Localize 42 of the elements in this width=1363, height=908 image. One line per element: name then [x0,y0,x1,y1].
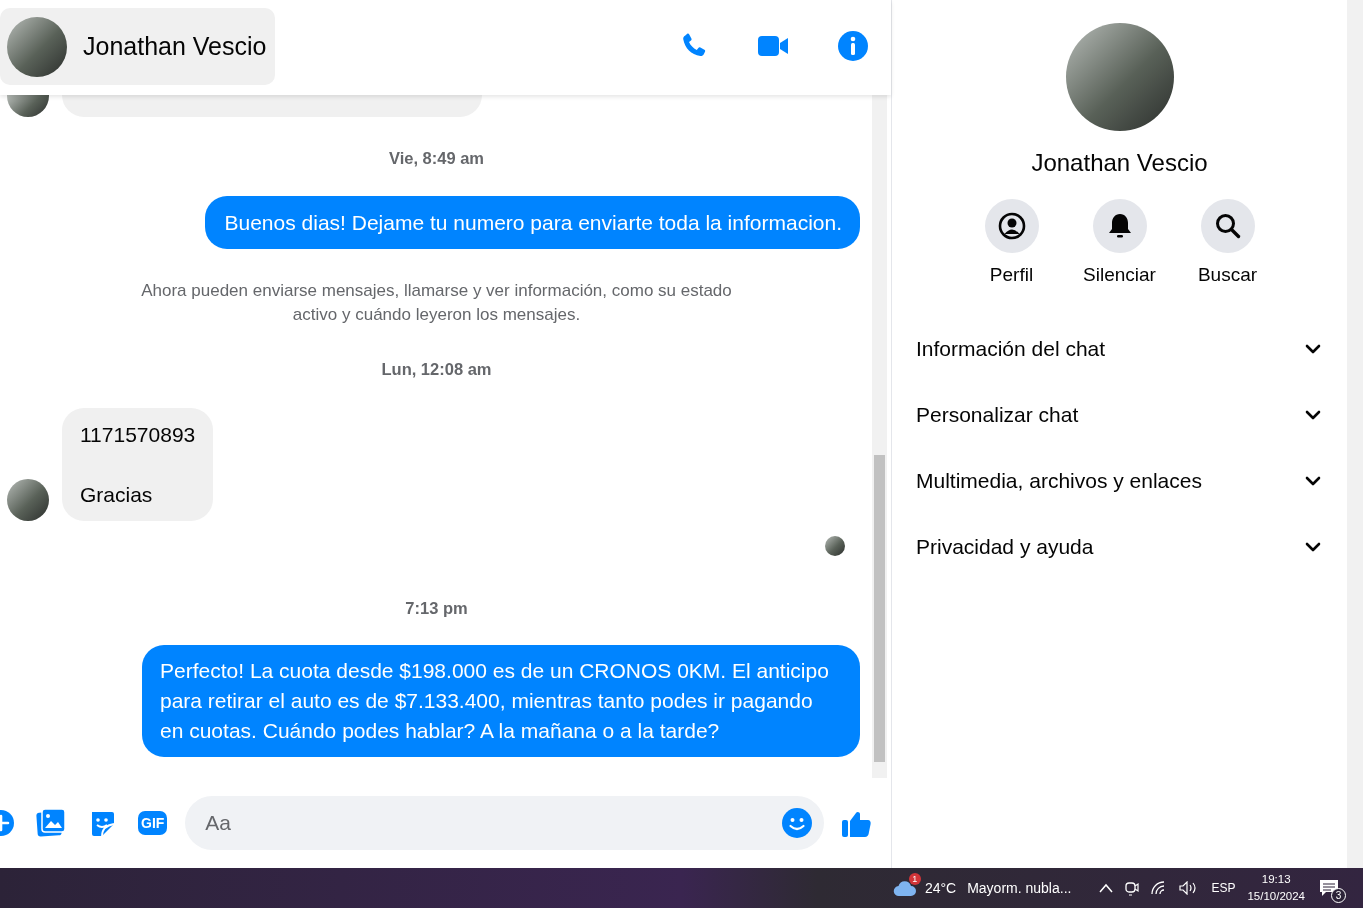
timestamp: 7:13 pm [405,598,468,618]
message-input[interactable]: Aa [203,806,783,840]
language-indicator: ESP [1211,880,1236,897]
emoji-icon[interactable] [782,808,813,838]
profile-name: Jonathan Vescio [1031,148,1208,178]
clock-time: 19:13 [1261,872,1291,887]
video-camera-icon[interactable] [757,33,789,59]
message-bubble: Buenos dias! Dejame tu numero para enviarte toda la informacion. [205,196,860,249]
avatar-photo [7,95,49,117]
avatar-photo [7,479,49,521]
notification-badge: 3 [1331,888,1346,903]
message-bubble: 1171570893 Gracias [62,408,214,521]
section-row[interactable]: Multimedia, archivos y enlaces [892,447,1347,514]
image-icon[interactable] [36,808,66,838]
gif-button[interactable]: GIF [138,811,168,835]
temperature-text: 24°C [924,878,957,898]
caret-up-icon[interactable] [1099,883,1114,893]
system-notice: Ahora pueden enviarse mensajes, llamarse y ver información, como su estado activo y cuándo leyeron los mensajes. [140,280,733,326]
action-button[interactable] [1092,199,1147,253]
profile-icon [997,212,1026,240]
action-label: Buscar [1197,263,1258,287]
speaker-icon[interactable] [1179,881,1198,895]
action-button[interactable] [1200,199,1255,253]
action-button[interactable] [984,199,1039,253]
notification-badge: 1 [908,873,921,885]
action-label: Perfil [989,263,1034,287]
timestamp: Lun, 12:08 am [381,359,492,379]
section-row[interactable]: Personalizar chat [892,381,1347,448]
action-label: Silenciar [1083,263,1156,287]
scrollbar[interactable] [872,95,887,778]
search-icon [1213,212,1242,240]
message-field[interactable]: Aa [185,796,825,850]
weather-text: Mayorm. nubla... [967,878,1072,898]
info-icon[interactable] [837,30,869,62]
clock-date: 15/10/2024 [1247,889,1305,904]
section-row[interactable]: Información del chat [892,315,1347,382]
section-row[interactable]: Privacidad y ayuda [892,513,1347,580]
message-bubble: Perfecto! La cuota desde $198.000 es de un CRONOS 0KM. El anticipo para retirar el auto es de $7.133.400, mientras tanto podes ir pagando en cuotas. Cuándo podes hablar? A la mañana o a la tarde? [142,645,860,757]
timestamp: Vie, 8:49 am [388,148,485,168]
camera-icon[interactable] [1125,880,1140,896]
contact-name-button[interactable]: Jonathan Vescio [0,8,276,85]
seen-avatar [825,536,845,556]
